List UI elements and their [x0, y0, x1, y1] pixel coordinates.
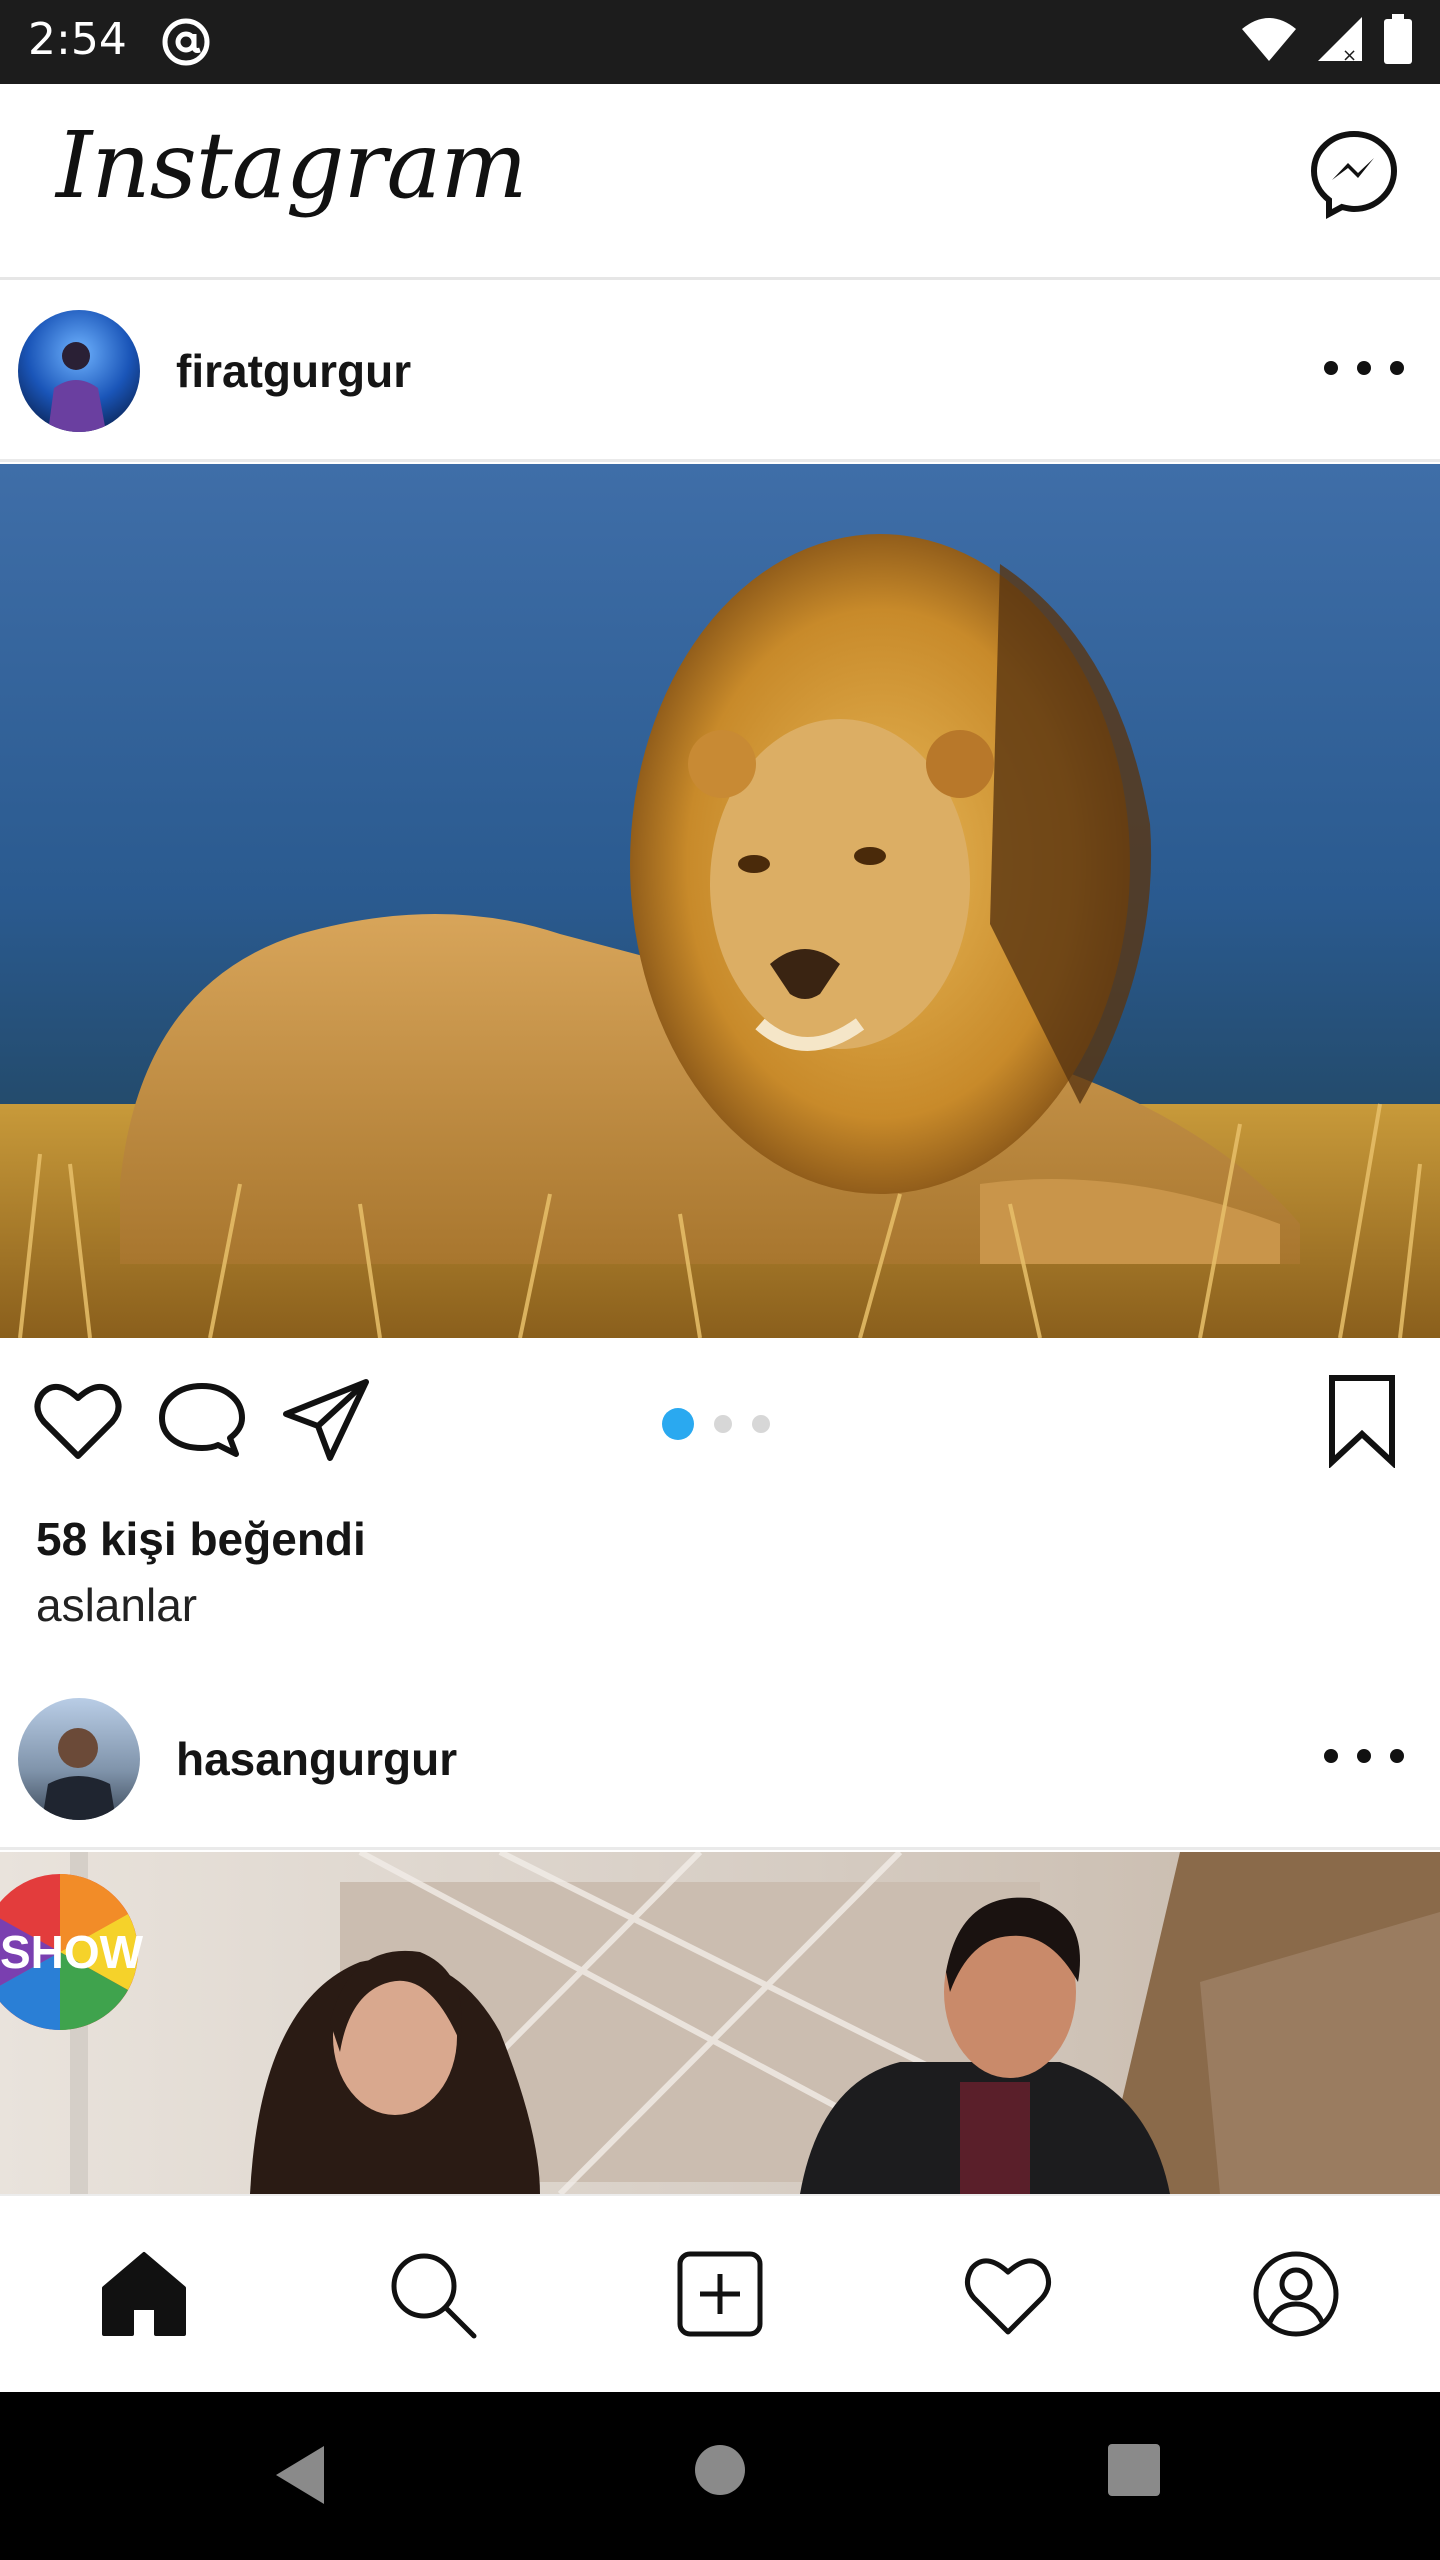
carousel-dot-active — [662, 1408, 694, 1440]
channel-logo-text: SHOW — [0, 1926, 144, 1978]
post-actions — [0, 1338, 1440, 1498]
carousel-dot — [752, 1415, 770, 1433]
add-post-icon[interactable] — [672, 2246, 768, 2342]
home-icon[interactable] — [96, 2246, 192, 2342]
status-icons: × — [1240, 14, 1412, 64]
home-button-icon[interactable] — [692, 2442, 748, 2498]
more-options-icon[interactable] — [1324, 1726, 1404, 1786]
post-username[interactable]: hasangurgur — [176, 1732, 457, 1786]
carousel-dot — [714, 1415, 732, 1433]
svg-text:×: × — [1342, 45, 1357, 63]
at-sign-icon — [162, 18, 210, 66]
share-icon[interactable] — [278, 1372, 374, 1468]
post-caption: aslanlar — [36, 1579, 198, 1631]
like-count[interactable]: 58 kişi beğendi — [36, 1512, 366, 1566]
post-header: firatgurgur — [0, 282, 1440, 462]
system-navigation-bar — [0, 2392, 1440, 2560]
back-icon[interactable] — [270, 2442, 330, 2508]
app-header: Instagram — [0, 84, 1440, 280]
more-options-icon[interactable] — [1324, 338, 1404, 398]
avatar[interactable] — [18, 1698, 140, 1820]
post-image[interactable]: SHOW — [0, 1852, 1440, 2194]
status-bar: 2:54 × — [0, 0, 1440, 84]
heart-icon[interactable] — [30, 1372, 126, 1468]
search-icon[interactable] — [384, 2246, 480, 2342]
profile-icon[interactable] — [1248, 2246, 1344, 2342]
bottom-navigation — [0, 2194, 1440, 2392]
post-image[interactable] — [0, 464, 1440, 1338]
post-header: hasangurgur — [0, 1670, 1440, 1850]
battery-icon — [1384, 14, 1412, 64]
activity-heart-icon[interactable] — [960, 2246, 1056, 2342]
recents-icon[interactable] — [1106, 2442, 1162, 2498]
status-time: 2:54 — [28, 14, 127, 65]
bookmark-icon[interactable] — [1314, 1372, 1410, 1468]
signal-icon: × — [1318, 17, 1362, 63]
avatar[interactable] — [18, 310, 140, 432]
messenger-icon[interactable] — [1308, 128, 1400, 220]
post-username[interactable]: firatgurgur — [176, 344, 411, 398]
comment-icon[interactable] — [154, 1372, 250, 1468]
instagram-logo: Instagram — [56, 112, 528, 219]
wifi-icon — [1242, 18, 1296, 61]
carousel-indicator — [662, 1408, 770, 1440]
